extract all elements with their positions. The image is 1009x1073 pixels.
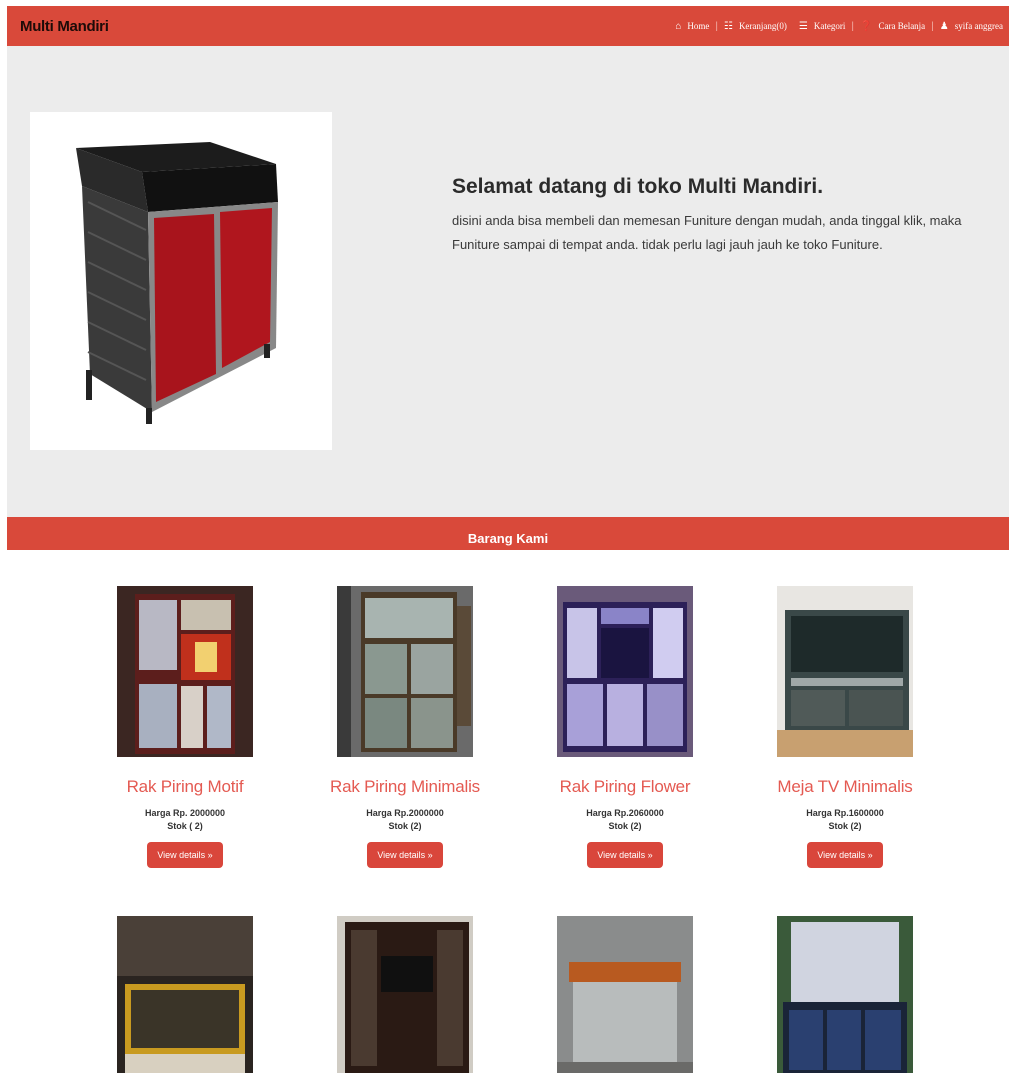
view-details-button[interactable]: View details » (147, 842, 223, 868)
nav-cart-label: Keranjang(0) (738, 21, 787, 31)
view-details-button[interactable]: View details » (587, 842, 663, 868)
view-details-button[interactable]: View details » (367, 842, 443, 868)
list-icon: ☰ (798, 20, 808, 32)
product-image[interactable] (337, 916, 473, 1073)
cart-icon: ☷ (723, 20, 733, 32)
product-price: Harga Rp. 2000000 (144, 808, 226, 818)
section-header: Barang Kami (7, 517, 1009, 550)
product-image[interactable] (117, 916, 253, 1073)
nav-help-label: Cara Belanja (878, 21, 926, 31)
nav-category-label: Kategori (813, 21, 846, 31)
product-card: Rak Piring Minimalis Harga Rp.2000000 St… (305, 586, 505, 868)
nav-home-label: Home (687, 21, 710, 31)
product-price: Harga Rp.1600000 (806, 808, 884, 818)
nav-category[interactable]: ☰ Kategori (793, 21, 851, 32)
product-card: Meja TV Minimalis Harga Rp.1600000 Stok … (745, 586, 945, 868)
nav-help[interactable]: ❓ Cara Belanja (854, 21, 931, 32)
nav-user[interactable]: ♟ syifa anggrea (934, 21, 1009, 32)
product-stock: Stok (2) (608, 821, 642, 831)
hero-title: Selamat datang di toko Multi Mandiri. (452, 175, 824, 198)
navbar: Multi Mandiri ⌂ Home | ☷ Keranjang(0) ☰ … (7, 6, 1009, 46)
product-name[interactable]: Rak Piring Motif (85, 777, 285, 797)
product-price: Harga Rp.2060000 (586, 808, 664, 818)
product-stock: Stok ( 2) (167, 821, 203, 831)
product-card: Rak Piring Flower Harga Rp.2060000 Stok … (525, 586, 725, 868)
product-name[interactable]: Rak Piring Minimalis (305, 777, 505, 797)
hero-section: Selamat datang di toko Multi Mandiri. di… (7, 46, 1009, 517)
view-details-button[interactable]: View details » (807, 842, 883, 868)
product-stock: Stok (2) (388, 821, 422, 831)
hero-cabinet-image (30, 112, 332, 450)
home-icon: ⌂ (675, 20, 682, 32)
product-price: Harga Rp.2000000 (366, 808, 444, 818)
product-stock: Stok (2) (828, 821, 862, 831)
hero-description: disini anda bisa membeli dan memesan Fun… (452, 213, 962, 252)
help-icon: ❓ (860, 20, 873, 32)
section-title: Barang Kami (467, 531, 549, 546)
product-name[interactable]: Meja TV Minimalis (745, 777, 945, 797)
nav-cart[interactable]: ☷ Keranjang(0) (718, 21, 793, 32)
product-card: Rak Piring Motif Harga Rp. 2000000 Stok … (85, 586, 285, 868)
user-icon: ♟ (939, 20, 949, 32)
nav-user-label: syifa anggrea (954, 21, 1003, 31)
product-image[interactable] (557, 916, 693, 1073)
product-image[interactable] (337, 586, 473, 757)
product-image[interactable] (117, 586, 253, 757)
product-image[interactable] (777, 586, 913, 757)
product-image[interactable] (557, 586, 693, 757)
nav-home[interactable]: ⌂ Home (669, 21, 715, 32)
brand-logo[interactable]: Multi Mandiri (20, 18, 109, 35)
product-image[interactable] (777, 916, 913, 1073)
product-name[interactable]: Rak Piring Flower (525, 777, 725, 797)
nav-menu: ⌂ Home | ☷ Keranjang(0) ☰ Kategori | ❓ C… (669, 21, 1009, 32)
